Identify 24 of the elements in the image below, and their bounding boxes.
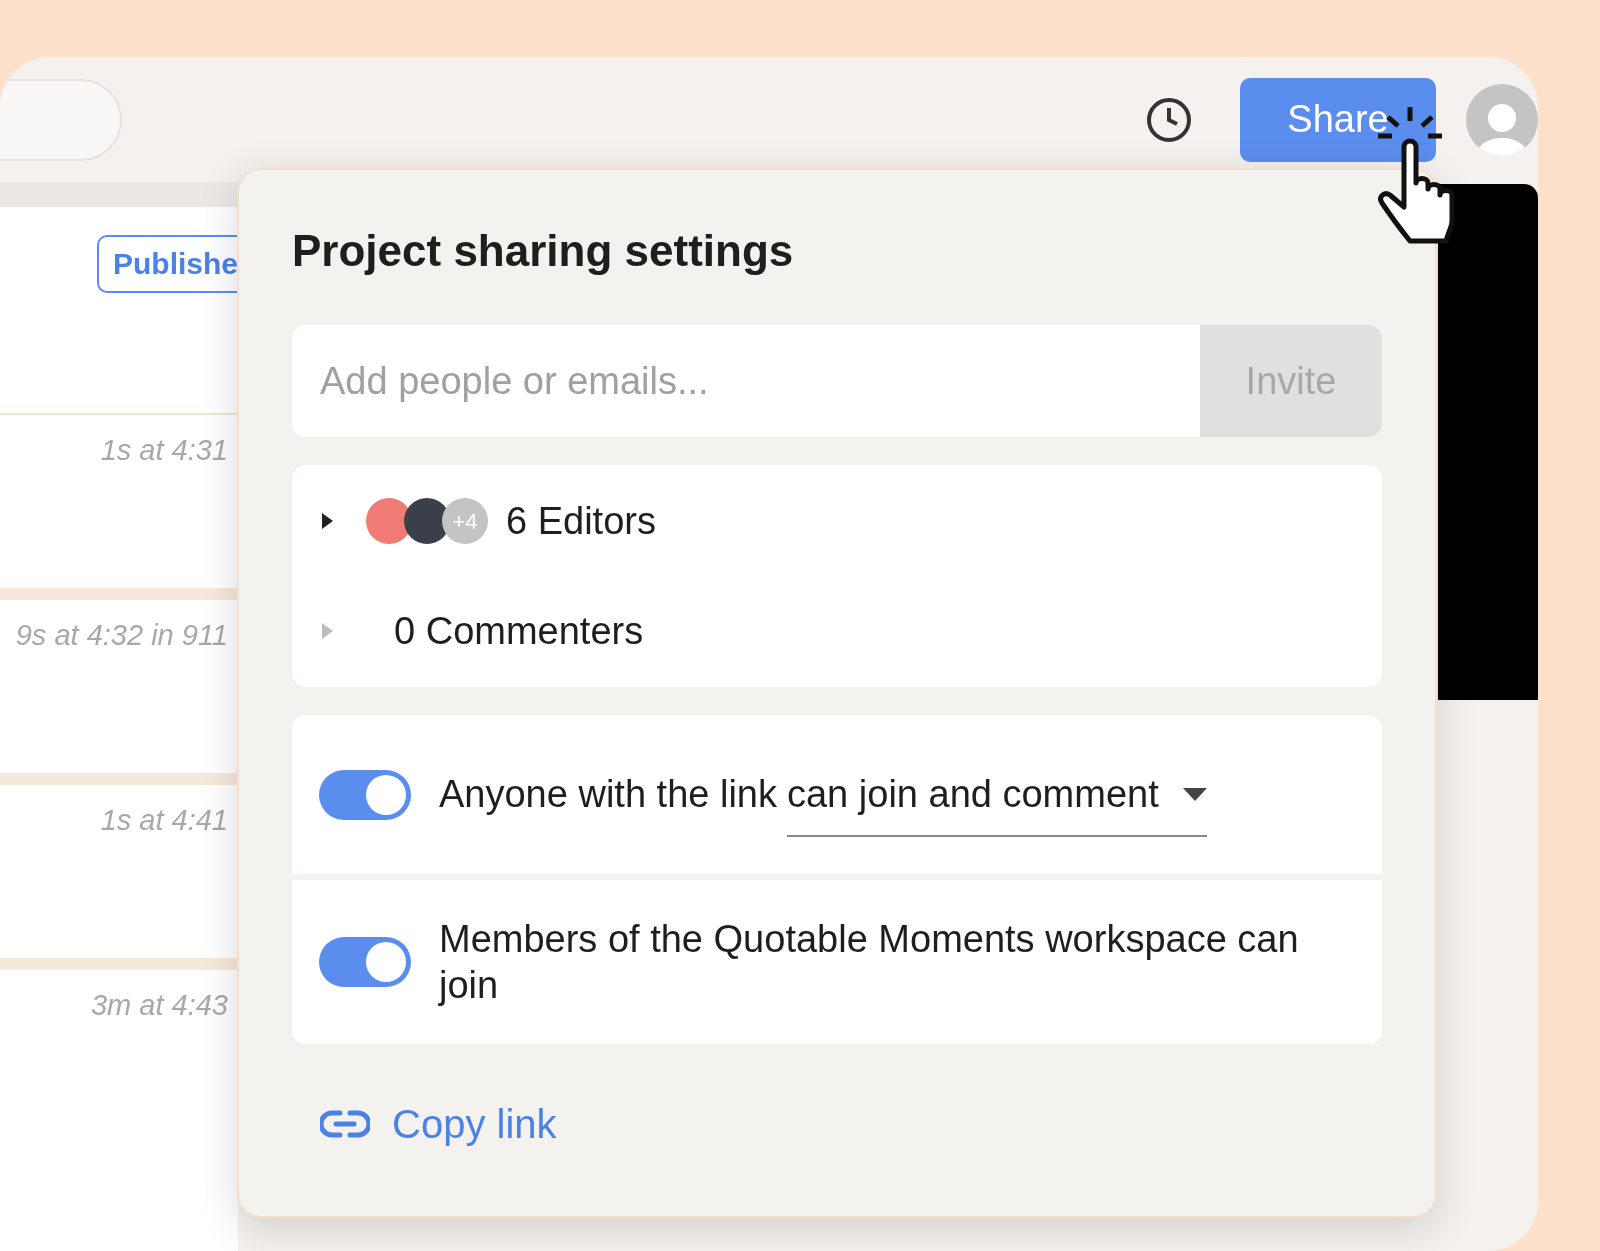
copy-link-button[interactable]: Copy link xyxy=(320,1094,557,1154)
link-icon xyxy=(320,1109,370,1139)
toggle-switch[interactable] xyxy=(319,937,411,987)
invite-field[interactable]: Add people or emails... Invite xyxy=(292,325,1382,437)
clock-icon[interactable] xyxy=(1145,95,1193,144)
dropdown-caret-icon xyxy=(1182,787,1207,802)
timestamp-text: 1s at 4:31 xyxy=(100,433,228,465)
timestamp-text: 1s at 4:41 xyxy=(100,803,228,835)
list-row[interactable]: 1s at 4:31 xyxy=(0,415,238,600)
invite-button[interactable]: Invite xyxy=(1200,325,1382,437)
list-row[interactable]: 3m at 4:43 xyxy=(0,970,238,1251)
timestamp-text: 3m at 4:43 xyxy=(90,988,228,1020)
toggle-switch[interactable] xyxy=(319,769,411,820)
list-row[interactable]: 1s at 4:41 xyxy=(0,785,238,970)
member-group-label[interactable]: 6 Editors xyxy=(506,492,656,550)
expand-caret-icon[interactable] xyxy=(320,511,334,531)
list-row[interactable]: 9s at 4:32 in 911 xyxy=(0,600,238,785)
permission-dropdown[interactable]: can join and comment xyxy=(787,752,1207,837)
timestamp-text: 9s at 4:32 in 911 xyxy=(15,618,228,650)
count-badge: +4 xyxy=(442,498,488,544)
share-button[interactable]: Share xyxy=(1240,77,1436,162)
dialog-title: Project sharing settings xyxy=(292,225,795,277)
toggle-label: Anyone with the link xyxy=(439,772,777,817)
toggle-label: Members of the Quotable Moments workspace can join xyxy=(439,917,1299,1008)
